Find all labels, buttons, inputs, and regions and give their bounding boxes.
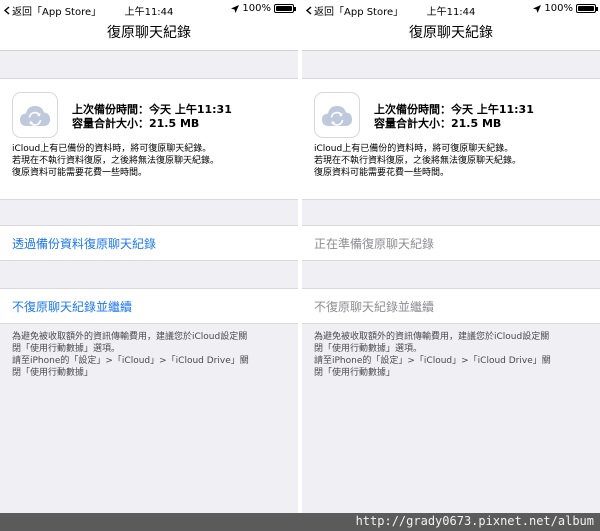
- note-line: 閉「使用行動數據」選項。: [314, 344, 423, 354]
- skip-restore-label: 不復原聊天紀錄並繼續: [12, 300, 133, 314]
- screen-right: 返回「App Store」 上午11:44 100% 復原聊天紀錄 上次備份時間…: [302, 0, 600, 513]
- page-title: 復原聊天紀錄: [409, 25, 493, 41]
- note-line: 閉「使用行動數據」: [314, 368, 396, 378]
- nav-bar: 復原聊天紀錄: [302, 18, 600, 51]
- backup-size: 容量合計大小：21.5 MB: [72, 117, 200, 130]
- icloud-sync-icon: [12, 92, 58, 138]
- backup-info-card: 上次備份時間：今天 上午11:31 容量合計大小：21.5 MB iCloud上…: [302, 78, 600, 200]
- status-bar: 返回「App Store」 上午11:44 100%: [0, 0, 298, 18]
- location-icon: [231, 4, 240, 13]
- restore-description: iCloud上有已備份的資料時，將可復原聊天紀錄。 若現在不執行資料復原，之後將…: [12, 143, 292, 179]
- backup-size: 容量合計大小：21.5 MB: [374, 117, 502, 130]
- screen-left: 返回「App Store」 上午11:44 100% 復原聊天紀錄 上次備份時間…: [0, 0, 298, 513]
- skip-restore-label: 不復原聊天紀錄並繼續: [314, 300, 435, 314]
- note-line: 為避免被收取額外的資訊傳輸費用，建議您於iCloud設定關: [12, 332, 248, 342]
- location-icon: [533, 4, 542, 13]
- preparing-restore-label: 正在準備復原聊天紀錄: [314, 237, 435, 251]
- note-line: 請至iPhone的「設定」>「iCloud」>「iCloud Drive」關: [12, 356, 249, 366]
- note-line: 閉「使用行動數據」選項。: [12, 344, 121, 354]
- battery-icon: [274, 4, 296, 13]
- backup-info-card: 上次備份時間：今天 上午11:31 容量合計大小：21.5 MB iCloud上…: [0, 78, 298, 200]
- icloud-sync-icon: [314, 92, 360, 138]
- description-line: 復原資料可能需要花費一些時間。: [12, 168, 148, 178]
- description-line: 復原資料可能需要花費一些時間。: [314, 168, 450, 178]
- battery-percent: 100%: [242, 3, 271, 14]
- description-line: iCloud上有已備份的資料時，將可復原聊天紀錄。: [314, 144, 514, 154]
- note-line: 閉「使用行動數據」: [12, 368, 94, 378]
- watermark-text: http://grady0673.pixnet.net/album: [355, 514, 594, 528]
- status-bar: 返回「App Store」 上午11:44 100%: [302, 0, 600, 18]
- skip-restore-button[interactable]: 不復原聊天紀錄並繼續: [302, 288, 600, 324]
- description-line: iCloud上有已備份的資料時，將可復原聊天紀錄。: [12, 144, 212, 154]
- restore-from-backup-button[interactable]: 透過備份資料復原聊天紀錄: [0, 225, 298, 261]
- description-line: 若現在不執行資料復原，之後將無法復原聊天紀錄。: [314, 156, 522, 166]
- battery-percent: 100%: [544, 3, 573, 14]
- skip-restore-button[interactable]: 不復原聊天紀錄並繼續: [0, 288, 298, 324]
- battery-icon: [576, 4, 598, 13]
- note-line: 請至iPhone的「設定」>「iCloud」>「iCloud Drive」關: [314, 356, 551, 366]
- preparing-restore-status: 正在準備復原聊天紀錄: [302, 225, 600, 261]
- cellular-data-note: 為避免被收取額外的資訊傳輸費用，建議您於iCloud設定關 閉「使用行動數據」選…: [12, 331, 292, 379]
- nav-bar: 復原聊天紀錄: [0, 18, 298, 51]
- restore-from-backup-label: 透過備份資料復原聊天紀錄: [12, 237, 157, 251]
- note-line: 為避免被收取額外的資訊傳輸費用，建議您於iCloud設定關: [314, 332, 550, 342]
- restore-description: iCloud上有已備份的資料時，將可復原聊天紀錄。 若現在不執行資料復原，之後將…: [314, 143, 594, 179]
- description-line: 若現在不執行資料復原，之後將無法復原聊天紀錄。: [12, 156, 220, 166]
- cellular-data-note: 為避免被收取額外的資訊傳輸費用，建議您於iCloud設定關 閉「使用行動數據」選…: [314, 331, 594, 379]
- page-title: 復原聊天紀錄: [107, 25, 191, 41]
- watermark-bar: http://grady0673.pixnet.net/album: [0, 513, 600, 531]
